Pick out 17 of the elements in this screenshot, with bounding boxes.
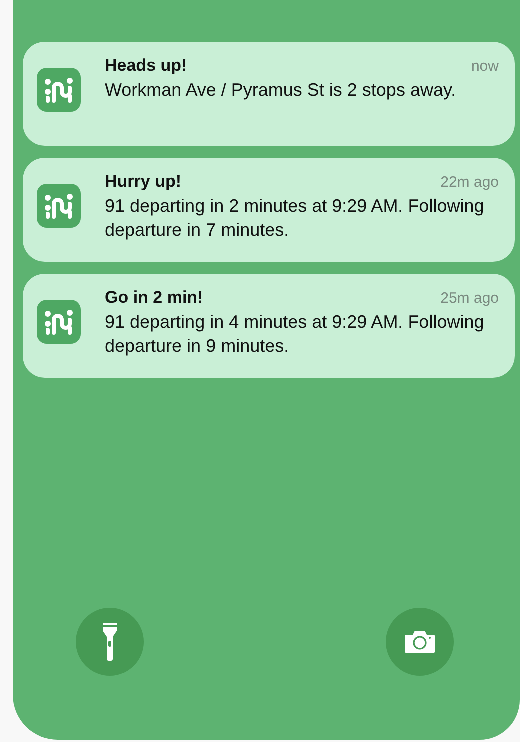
notification-time: now (471, 58, 499, 75)
notification-message: Workman Ave / Pyramus St is 2 stops away. (105, 79, 458, 102)
notification-card[interactable]: Heads up! now Workman Ave / Pyramus St is 2 stops away. (23, 42, 515, 146)
app-icon (37, 68, 81, 112)
notification-message: 91 departing in 4 minutes at 9:29 AM. Following departure in 9 minutes. (105, 311, 486, 358)
notification-time: 22m ago (440, 174, 499, 191)
notification-card[interactable]: Go in 2 min! 25m ago 91 departing in 4 minutes at 9:29 AM. Following departure in 9 minutes. (23, 274, 515, 378)
notification-title: Hurry up! (105, 172, 182, 192)
app-icon (37, 300, 81, 344)
flashlight-icon (102, 623, 118, 661)
notification-title: Go in 2 min! (105, 288, 204, 308)
camera-icon (404, 630, 436, 654)
notification-time: 25m ago (440, 290, 499, 307)
notification-card[interactable]: Hurry up! 22m ago 91 departing in 2 minutes at 9:29 AM. Following departure in 7 minutes. (23, 158, 515, 262)
app-icon (37, 184, 81, 228)
notification-title: Heads up! (105, 56, 188, 76)
notification-message: 91 departing in 2 minutes at 9:29 AM. Following departure in 7 minutes. (105, 195, 486, 242)
